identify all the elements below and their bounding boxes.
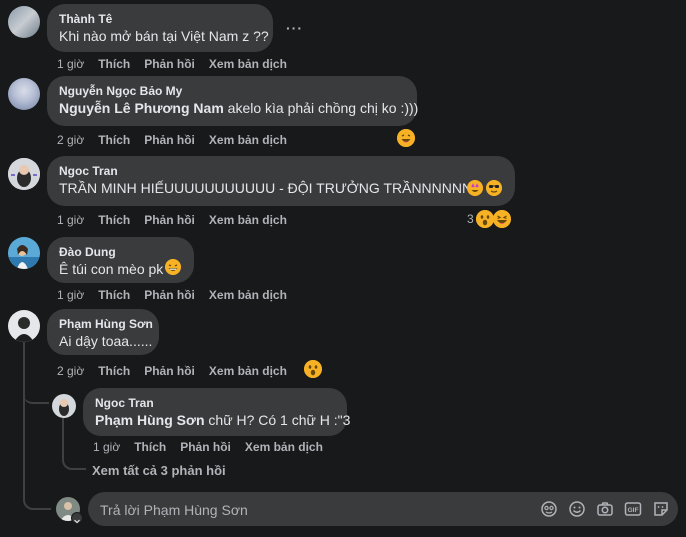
reply-thread-line xyxy=(62,418,64,448)
reply-author[interactable]: Ngoc Tran xyxy=(95,395,335,411)
mention-link[interactable]: Phạm Hùng Sơn xyxy=(95,412,205,428)
comment-text: TRẦN MINH HIẾUUUUUUUUUUU - ĐỘI TRƯỞNG TR… xyxy=(59,180,483,196)
avatar-bao-my[interactable] xyxy=(8,78,40,110)
comment-text: Khi nào mở bán tại Việt Nam z ?? xyxy=(59,28,269,44)
comment-actions: 1 giờ Thích Phản hồi Xem bản dịch xyxy=(57,288,301,302)
comment-actions: 2 giờ Thích Phản hồi Xem bản dịch xyxy=(57,364,301,378)
comment-bubble: Thành Tê Khi nào mở bán tại Việt Nam z ?… xyxy=(47,4,273,52)
like-button[interactable]: Thích xyxy=(98,57,130,71)
translate-button[interactable]: Xem bản dịch xyxy=(245,440,323,454)
camera-icon[interactable] xyxy=(596,500,614,518)
comment-time[interactable]: 1 giờ xyxy=(57,213,84,227)
reply-time[interactable]: 1 giờ xyxy=(93,440,120,454)
comment-author[interactable]: Nguyễn Ngọc Bảo My xyxy=(59,83,405,99)
star-struck-emoji-icon xyxy=(467,180,483,196)
haha-reaction-icon[interactable] xyxy=(493,210,511,228)
comment-bubble: Phạm Hùng Sơn Ai dậy toaa...... xyxy=(47,309,159,355)
like-button[interactable]: Thích xyxy=(98,288,130,302)
gif-icon[interactable]: GIF xyxy=(624,500,642,518)
comment-author[interactable]: Thành Tê xyxy=(59,11,261,27)
comment-bubble: Nguyễn Ngọc Bảo My Nguyễn Lê Phương Nam … xyxy=(47,76,419,126)
reply-button[interactable]: Phản hồi xyxy=(144,288,195,302)
reply-composer: GIF xyxy=(88,492,678,528)
svg-text:GIF: GIF xyxy=(628,507,639,514)
reply-button[interactable]: Phản hồi xyxy=(144,213,195,227)
like-button[interactable]: Thích xyxy=(98,364,130,378)
avatar-sticker-icon[interactable] xyxy=(540,500,558,518)
thread-line xyxy=(23,342,25,482)
like-button[interactable]: Thích xyxy=(134,440,166,454)
translate-button[interactable]: Xem bản dịch xyxy=(209,213,287,227)
reply-input[interactable] xyxy=(98,492,522,528)
reply-connector xyxy=(62,446,86,470)
emoji-icon[interactable] xyxy=(568,500,586,518)
comment-actions: 1 giờ Thích Phản hồi Xem bản dịch xyxy=(57,213,301,227)
laughing-reaction-icon[interactable] xyxy=(397,129,415,147)
comment-time[interactable]: 1 giờ xyxy=(57,288,84,302)
wow-reaction-icon[interactable] xyxy=(304,360,322,378)
comment-text: akelo kìa phải chồng chị ko :))) xyxy=(223,100,419,116)
reply-actions: 1 giờ Thích Phản hồi Xem bản dịch xyxy=(93,440,337,454)
reply-button[interactable]: Phản hồi xyxy=(144,133,195,147)
reaction-count[interactable]: 3 xyxy=(467,212,474,226)
mention-link[interactable]: Nguyễn Lê Phương Nam xyxy=(59,100,224,116)
reply-text: chữ H? Có 1 chữ H :"3 xyxy=(204,412,351,428)
comment-actions: 1 giờ Thích Phản hồi Xem bản dịch xyxy=(57,57,301,71)
nested-connector xyxy=(23,380,49,404)
sunglasses-emoji-icon xyxy=(486,180,502,196)
translate-button[interactable]: Xem bản dịch xyxy=(209,57,287,71)
translate-button[interactable]: Xem bản dịch xyxy=(209,288,287,302)
comment-bubble: Ngoc Tran TRẦN MINH HIẾUUUUUUUUUUU - ĐỘI… xyxy=(47,156,515,206)
comment-text: Ê túi con mèo pk xyxy=(59,261,164,277)
avatar-thanh-te[interactable] xyxy=(8,6,40,38)
thread-connector xyxy=(23,480,51,510)
avatar-reply-ngoc-tran[interactable] xyxy=(52,394,76,418)
reply-button[interactable]: Phản hồi xyxy=(180,440,231,454)
translate-button[interactable]: Xem bản dịch xyxy=(209,133,287,147)
more-options-icon[interactable]: ··· xyxy=(286,20,303,36)
comment-author[interactable]: Đào Dung xyxy=(59,244,182,260)
avatar-dao-dung[interactable] xyxy=(8,237,40,269)
comment-actions: 2 giờ Thích Phản hồi Xem bản dịch xyxy=(57,133,301,147)
comment-time[interactable]: 2 giờ xyxy=(57,133,84,147)
avatar-ngoc-tran[interactable] xyxy=(8,158,40,190)
sticker-icon[interactable] xyxy=(652,500,670,518)
wow-reaction-icon[interactable] xyxy=(476,210,494,228)
like-button[interactable]: Thích xyxy=(98,133,130,147)
comment-time[interactable]: 2 giờ xyxy=(57,364,84,378)
comment-time[interactable]: 1 giờ xyxy=(57,57,84,71)
comment-author[interactable]: Phạm Hùng Sơn xyxy=(59,316,153,332)
like-button[interactable]: Thích xyxy=(98,213,130,227)
view-all-replies-link[interactable]: Xem tất cả 3 phản hồi xyxy=(92,463,226,478)
avatar-pham-hung-son[interactable] xyxy=(8,310,40,342)
grinning-emoji-icon xyxy=(165,259,181,275)
avatar-dropdown-icon[interactable] xyxy=(71,512,83,524)
comment-author[interactable]: Ngoc Tran xyxy=(59,163,503,179)
reply-bubble: Ngoc Tran Phạm Hùng Sơn chữ H? Có 1 chữ … xyxy=(83,388,350,436)
translate-button[interactable]: Xem bản dịch xyxy=(209,364,287,378)
reply-button[interactable]: Phản hồi xyxy=(144,364,195,378)
reply-button[interactable]: Phản hồi xyxy=(144,57,195,71)
comment-text: Ai dậy toaa...... xyxy=(59,333,153,349)
